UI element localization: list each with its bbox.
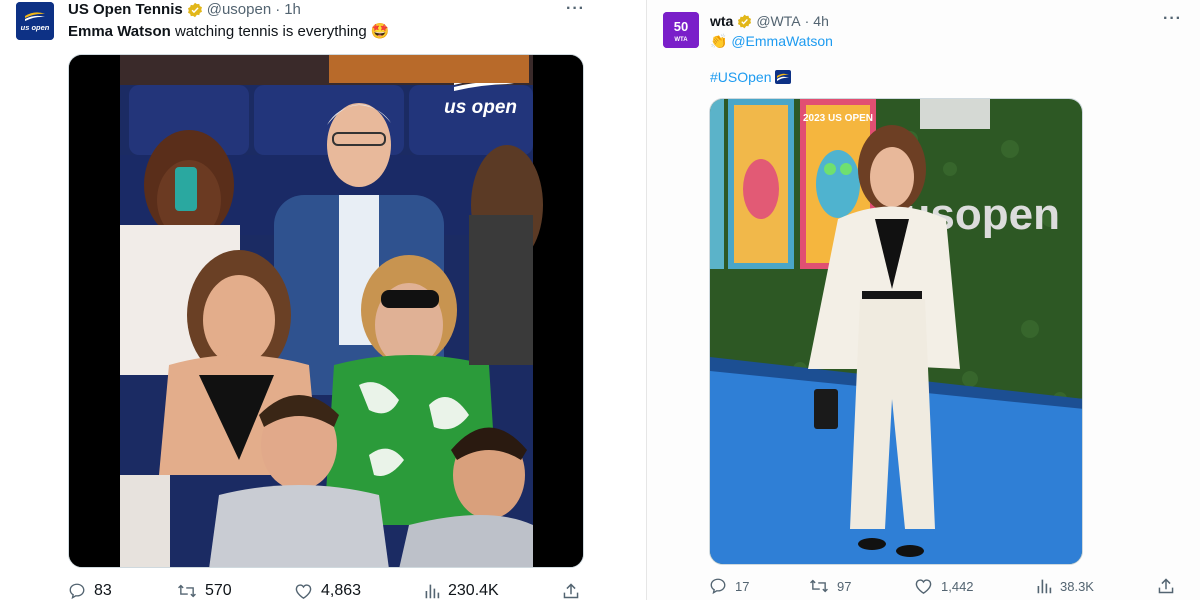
handle[interactable]: @usopen	[207, 1, 271, 18]
wta-avatar[interactable]: 50 WTA	[663, 12, 699, 48]
wta-avatar-number: 50	[674, 19, 688, 34]
reply-button[interactable]: 83	[68, 582, 112, 600]
tweet-usopen[interactable]: us open US Open Tennis @usopen · 1h ··· …	[0, 0, 620, 600]
usopen-avatar-text: us open	[21, 23, 50, 32]
spectators-photo: us open	[69, 55, 583, 567]
wta-logo-icon: 50 WTA	[663, 12, 699, 48]
display-name[interactable]: US Open Tennis	[68, 1, 183, 18]
like-count: 1,442	[941, 578, 974, 594]
like-icon	[295, 584, 312, 599]
poster-text: 2023 US OPEN	[803, 113, 873, 124]
reply-count: 17	[735, 578, 750, 594]
reply-button-wta[interactable]: 17	[709, 577, 749, 595]
retweet-icon	[810, 579, 828, 593]
column-gap	[620, 0, 646, 600]
display-name[interactable]: wta	[710, 13, 733, 29]
reply-icon	[710, 578, 726, 595]
tweet-header: US Open Tennis @usopen · 1h	[68, 1, 301, 18]
verified-badge-icon	[737, 14, 752, 29]
views-icon	[1037, 579, 1052, 594]
hashtag-line: #USOpen	[710, 69, 792, 87]
share-icon	[1158, 578, 1174, 594]
tweet-photo-carpet[interactable]: 2023 US OPEN usopen	[709, 98, 1083, 565]
wta-avatar-sub: WTA	[674, 37, 688, 43]
retweet-button[interactable]: 570	[177, 582, 232, 600]
tweet-text-rest: watching tennis is everything	[170, 23, 367, 40]
separator: ·	[804, 13, 810, 29]
handle[interactable]: @WTA	[756, 13, 800, 29]
views-count: 230.4K	[448, 582, 499, 599]
share-icon	[563, 583, 579, 599]
share-button-wta[interactable]	[1157, 577, 1175, 595]
retweet-icon	[178, 584, 196, 598]
tweet-text: Emma Watson watching tennis is everythin…	[68, 22, 390, 40]
mention-line: 👏 @EmmaWatson	[710, 33, 833, 50]
tweet-text-bold: Emma Watson	[68, 23, 171, 40]
retweet-count: 97	[837, 578, 852, 594]
usopen-banner-text: us open	[444, 97, 517, 118]
usopen-logo-icon: us open	[16, 2, 54, 40]
like-icon	[915, 579, 932, 594]
usopen-avatar[interactable]: us open	[16, 2, 54, 40]
more-icon[interactable]: ···	[566, 0, 585, 18]
like-button[interactable]: 4,863	[294, 582, 361, 600]
retweet-button-wta[interactable]: 97	[809, 577, 851, 595]
more-icon[interactable]: ···	[1163, 10, 1182, 28]
timestamp[interactable]: 1h	[284, 1, 301, 18]
clap-emoji: 👏	[710, 33, 728, 49]
views-button[interactable]: 230.4K	[424, 582, 499, 600]
share-button[interactable]	[562, 582, 580, 600]
tweet-photo-stands[interactable]: us open	[68, 54, 584, 568]
like-button-wta[interactable]: 1,442	[914, 577, 974, 595]
reply-icon	[69, 583, 85, 600]
views-count: 38.3K	[1060, 578, 1094, 594]
views-button-wta[interactable]: 38.3K	[1036, 577, 1094, 595]
tweet-header: wta @WTA · 4h	[710, 13, 829, 29]
like-count: 4,863	[321, 582, 362, 599]
views-icon	[425, 584, 440, 599]
retweet-count: 570	[205, 582, 232, 599]
carpet-photo: 2023 US OPEN usopen	[710, 99, 1082, 564]
separator: ·	[275, 1, 281, 18]
star-struck-emoji: 🤩	[370, 23, 390, 40]
hashtag-link[interactable]: #USOpen	[710, 69, 771, 85]
mention-link[interactable]: @EmmaWatson	[731, 33, 833, 49]
timestamp[interactable]: 4h	[813, 13, 829, 29]
reply-count: 83	[94, 582, 112, 599]
usopen-hashflag-icon	[775, 70, 792, 87]
verified-badge-icon	[187, 2, 203, 18]
